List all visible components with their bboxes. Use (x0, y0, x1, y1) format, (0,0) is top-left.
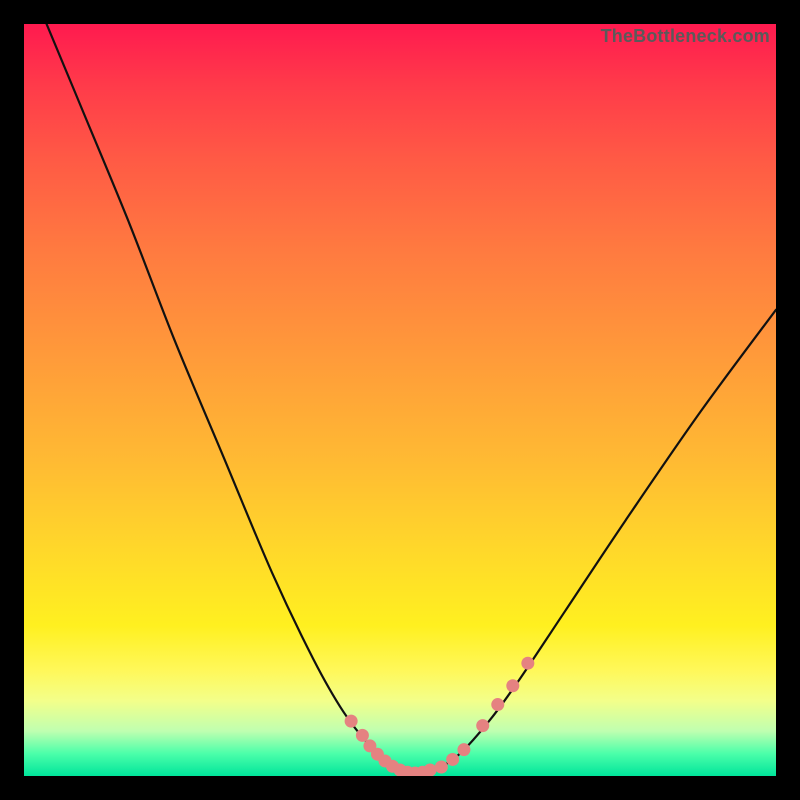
watermark-text: TheBottleneck.com (601, 26, 770, 47)
chart-frame: TheBottleneck.com (24, 24, 776, 776)
gradient-plot-area (24, 24, 776, 776)
